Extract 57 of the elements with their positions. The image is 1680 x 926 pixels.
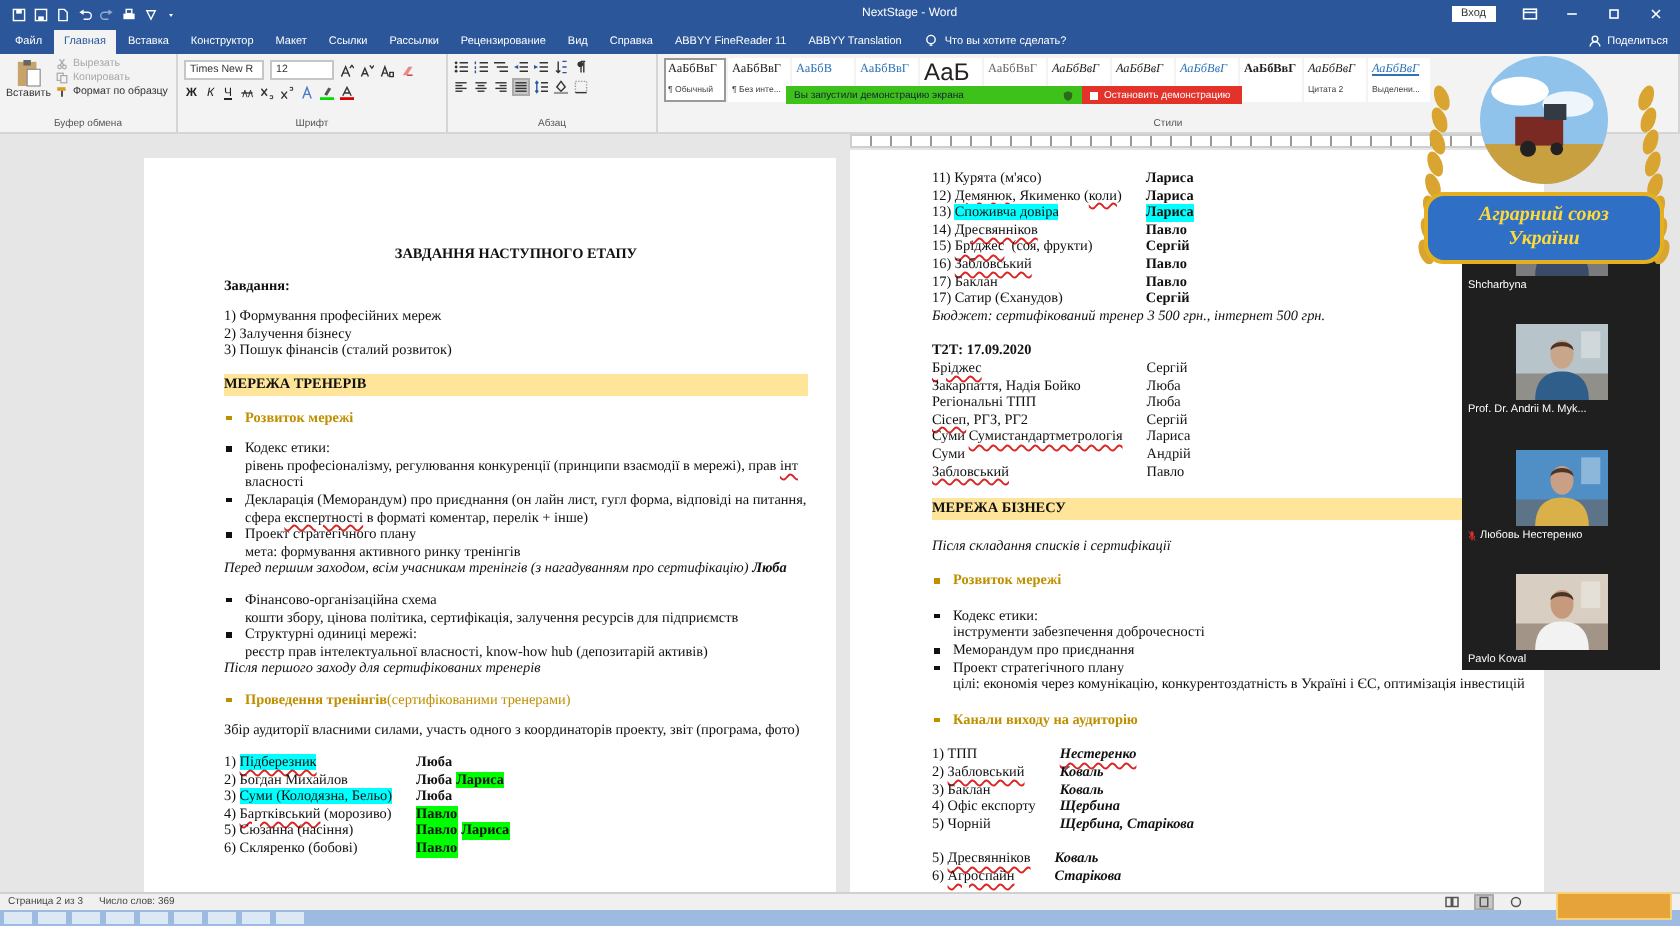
superscript-icon[interactable]: [279, 86, 294, 100]
logo-banner: Аграрний союз України: [1424, 192, 1664, 264]
scissors-icon: [56, 58, 69, 70]
change-case-icon[interactable]: [380, 63, 394, 77]
bullet-icon: [934, 665, 939, 671]
redo-icon[interactable]: [100, 7, 114, 21]
decrease-indent-icon[interactable]: [514, 60, 528, 74]
bullet-icon: [934, 648, 939, 654]
multilevel-list-icon[interactable]: [494, 60, 508, 74]
align-center-icon[interactable]: [474, 80, 488, 94]
shield-icon: [1062, 89, 1074, 101]
shading-icon[interactable]: [554, 80, 568, 94]
person-icon: [1587, 34, 1602, 48]
line-spacing-icon[interactable]: [534, 80, 548, 94]
numbering-icon[interactable]: [474, 60, 488, 74]
ribbon-display-icon[interactable]: [1522, 6, 1538, 22]
bullets-icon[interactable]: [454, 60, 468, 74]
bullet-icon: [226, 446, 231, 452]
copy-icon: [56, 72, 69, 84]
bullet-icon: [934, 613, 939, 619]
borders-icon[interactable]: [574, 80, 588, 94]
text-effects-icon[interactable]: [299, 86, 314, 100]
close-icon[interactable]: [1648, 6, 1664, 22]
undo-icon[interactable]: [78, 7, 92, 21]
save-icon[interactable]: [34, 7, 48, 21]
subscript-icon[interactable]: [259, 86, 274, 100]
bullet-icon: [226, 597, 231, 603]
sort-icon[interactable]: [554, 60, 568, 74]
bullet-icon: [934, 717, 939, 723]
document-icon[interactable]: [56, 7, 70, 21]
notification-badge: [1556, 892, 1672, 920]
bullet-icon: [226, 532, 231, 538]
bullet-icon: [226, 632, 231, 638]
lightbulb-icon: [924, 34, 939, 48]
align-justify-icon[interactable]: [514, 80, 528, 94]
save-icon[interactable]: [12, 7, 26, 21]
grow-font-icon[interactable]: [340, 63, 354, 77]
align-right-icon[interactable]: [494, 80, 508, 94]
increase-indent-icon[interactable]: [534, 60, 548, 74]
read-mode-icon[interactable]: [1444, 896, 1460, 908]
web-layout-icon[interactable]: [1508, 896, 1524, 908]
printer-icon[interactable]: [122, 7, 136, 21]
font-color-icon[interactable]: [339, 86, 354, 100]
clear-formatting-icon[interactable]: [400, 63, 414, 77]
bullet-icon: [226, 697, 231, 703]
print-layout-icon[interactable]: [1476, 896, 1492, 908]
align-left-icon[interactable]: [454, 80, 468, 94]
bullet-icon: [226, 497, 231, 503]
strikethrough-icon[interactable]: [239, 86, 254, 100]
bullet-icon: [226, 415, 231, 421]
paintbrush-icon: [56, 86, 69, 98]
shrink-font-icon[interactable]: [360, 63, 374, 77]
show-marks-icon[interactable]: [574, 60, 588, 74]
stop-icon: [1090, 91, 1098, 99]
highlighter-icon[interactable]: [319, 86, 334, 100]
maximize-icon[interactable]: [1606, 6, 1622, 22]
bullet-icon: [934, 578, 939, 584]
